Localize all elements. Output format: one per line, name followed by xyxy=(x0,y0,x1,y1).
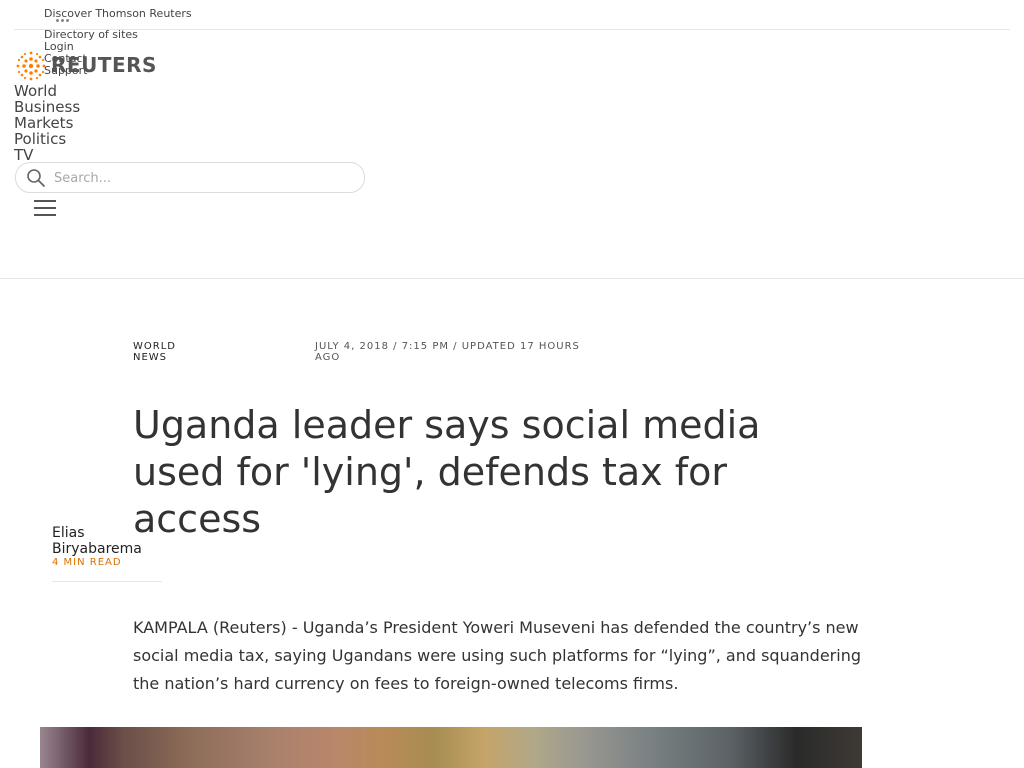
author-name[interactable]: Elias Biryabarema xyxy=(52,525,162,557)
reuters-logo[interactable]: REUTERS xyxy=(15,50,157,82)
menu-icon[interactable] xyxy=(34,200,56,218)
reuters-logo-icon xyxy=(16,51,46,81)
top-utility-bar: Discover Thomson Reuters xyxy=(0,0,1024,30)
read-time: 4 MIN READ xyxy=(52,557,122,568)
article-headline: Uganda leader says social media used for… xyxy=(133,403,761,541)
article-lead-paragraph: KAMPALA (Reuters) - Uganda’s President Y… xyxy=(133,618,861,693)
nav-item-politics[interactable]: Politics xyxy=(14,131,80,147)
main-nav: World Business Markets Politics TV xyxy=(14,83,80,163)
nav-item-tv[interactable]: TV xyxy=(14,147,80,163)
article-photo[interactable] xyxy=(40,727,862,768)
nav-item-world[interactable]: World xyxy=(14,83,80,99)
author-divider xyxy=(52,581,162,582)
nav-item-business[interactable]: Business xyxy=(14,99,80,115)
brand-name: REUTERS xyxy=(51,53,157,77)
apps-icon[interactable] xyxy=(56,19,69,22)
search-box xyxy=(15,162,365,193)
search-input[interactable] xyxy=(52,167,356,189)
section-label[interactable]: WORLD NEWS xyxy=(133,341,213,363)
dateline: JULY 4, 2018 / 7:15 PM / UPDATED 17 HOUR… xyxy=(315,341,580,363)
nav-item-markets[interactable]: Markets xyxy=(14,115,80,131)
header-divider xyxy=(0,278,1024,279)
divider xyxy=(14,29,1010,30)
search-icon[interactable] xyxy=(26,168,46,188)
